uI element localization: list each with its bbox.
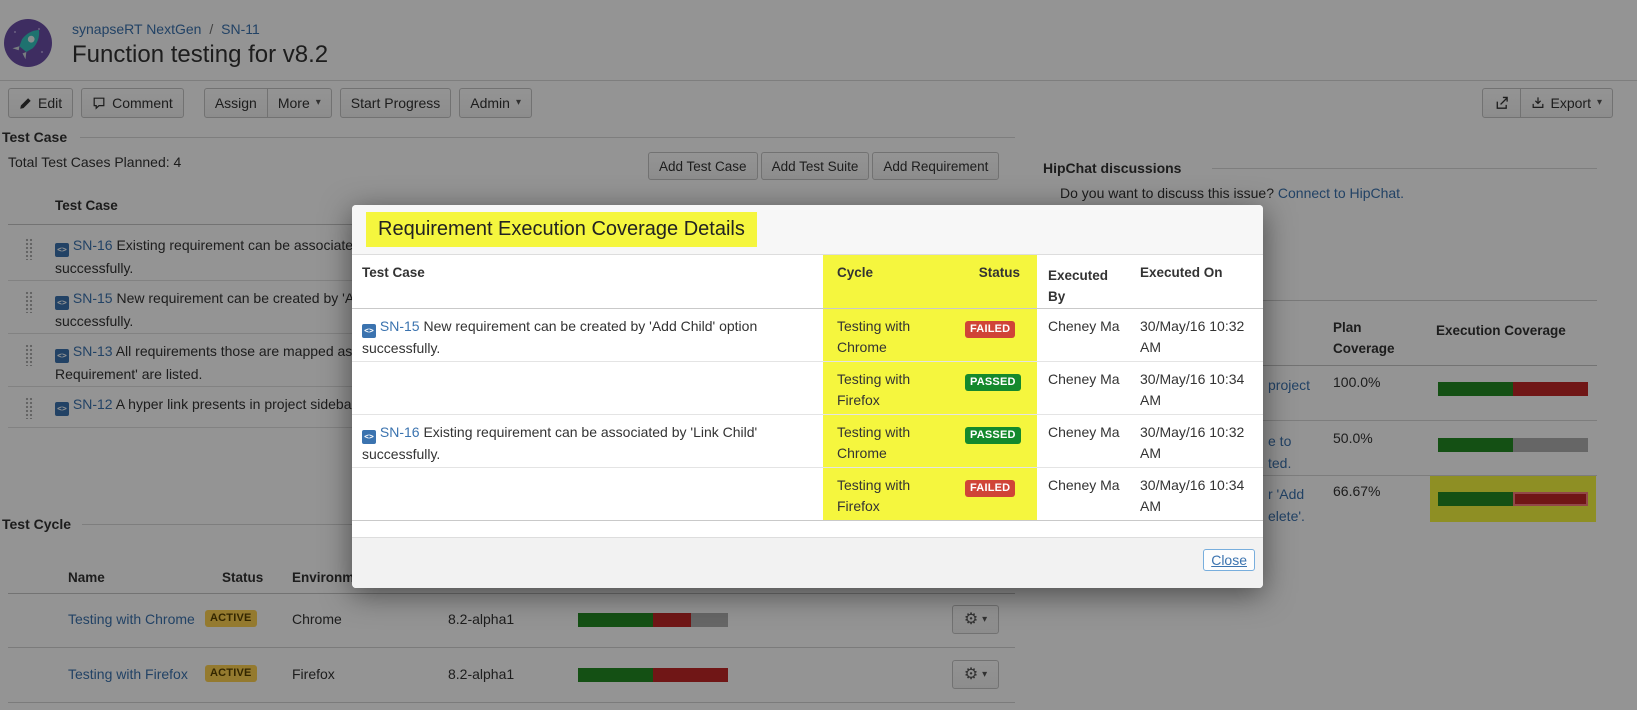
modal-col-executed-by: Executed By [1048,265,1118,307]
close-button-focus-ring: Close [1203,549,1255,571]
modal-executed-by-cell: Cheney Ma [1048,475,1134,496]
modal-test-case-cell: <> SN-15 New requirement can be created … [362,316,807,359]
modal-cycle-cell: Testing with Chrome [837,316,947,358]
modal-executed-by-cell: Cheney Ma [1048,369,1134,390]
test-case-icon: <> [362,324,376,338]
table-row: <> SN-15 New requirement can be created … [352,308,1263,361]
modal-col-test-case: Test Case [362,265,425,280]
table-row: Testing with Firefox PASSED Cheney Ma 30… [352,361,1263,414]
modal-table-bottom-rule [352,520,1263,521]
table-row: Testing with Firefox FAILED Cheney Ma 30… [352,467,1263,520]
modal-test-case-cell: <> SN-16 Existing requirement can be ass… [362,422,807,465]
table-row: <> SN-16 Existing requirement can be ass… [352,414,1263,467]
modal-executed-on-cell: 30/May/16 10:32 AM [1140,422,1248,464]
status-badge: PASSED [965,374,1021,391]
modal-executed-by-cell: Cheney Ma [1048,422,1134,443]
modal-col-cycle: Cycle [837,265,873,280]
test-case-key-link[interactable]: SN-15 [380,318,420,334]
modal-col-executed-on: Executed On [1140,265,1223,280]
modal-col-status: Status [952,265,1020,280]
test-case-summary: New requirement can be created by 'Add C… [362,318,757,356]
dialog-title: Requirement Execution Coverage Details [366,212,757,247]
dialog-footer: Close [352,537,1263,588]
requirement-execution-coverage-dialog: Requirement Execution Coverage Details T… [352,205,1263,588]
test-case-icon: <> [362,430,376,444]
status-badge: FAILED [965,480,1015,497]
test-case-summary: Existing requirement can be associated b… [362,424,757,462]
test-case-key-link[interactable]: SN-16 [380,424,420,440]
close-button[interactable]: Close [1211,552,1247,568]
modal-cycle-cell: Testing with Firefox [837,475,947,517]
modal-executed-on-cell: 30/May/16 10:32 AM [1140,316,1248,358]
status-badge: FAILED [965,321,1015,338]
modal-cycle-cell: Testing with Chrome [837,422,947,464]
modal-executed-on-cell: 30/May/16 10:34 AM [1140,475,1248,517]
modal-executed-by-cell: Cheney Ma [1048,316,1134,337]
status-badge: PASSED [965,427,1021,444]
modal-cycle-cell: Testing with Firefox [837,369,947,411]
modal-executed-on-cell: 30/May/16 10:34 AM [1140,369,1248,411]
dialog-header: Requirement Execution Coverage Details [352,205,1263,255]
